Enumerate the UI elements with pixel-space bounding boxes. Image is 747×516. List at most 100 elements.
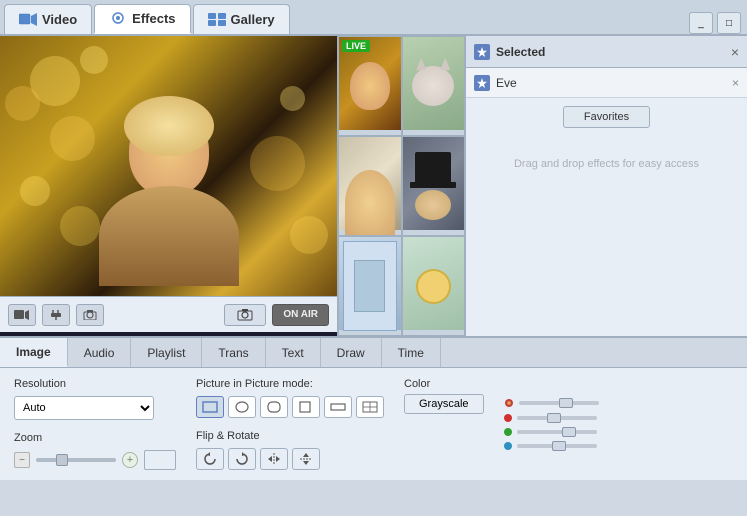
maximize-button[interactable]: □ — [717, 12, 741, 34]
flip-buttons — [196, 448, 384, 470]
color-thumb-4[interactable] — [552, 441, 566, 451]
selected-item-eve: Eve × — [466, 68, 747, 98]
thumb-blonde-bg — [339, 137, 401, 230]
tab-gallery[interactable]: Gallery — [193, 4, 290, 34]
color-slider-row-3 — [504, 428, 599, 436]
selected-close-button[interactable]: × — [731, 44, 739, 60]
thumb-hat-bg — [403, 137, 465, 230]
sub-tab-playlist-label: Playlist — [147, 346, 185, 360]
pip-round-button[interactable] — [260, 396, 288, 418]
thumb-cat-bg — [403, 37, 465, 130]
pip-wide-icon — [330, 401, 346, 413]
color-label: Color — [404, 378, 484, 390]
video-controls-bar: ON AIR — [0, 296, 337, 332]
sub-tab-trans[interactable]: Trans — [202, 338, 265, 367]
pip-full-icon — [202, 401, 218, 413]
star-icon — [477, 47, 487, 57]
rotate-cw-button[interactable] — [228, 448, 256, 470]
snapshot-button[interactable] — [224, 304, 266, 326]
sub-tab-image-label: Image — [16, 345, 51, 359]
color-track-3[interactable] — [517, 430, 597, 434]
thumbnail-grid: LIVE — [337, 36, 465, 336]
top-tab-bar: Video Effects Gallery _ □ — [0, 0, 747, 36]
pip-grid-button[interactable] — [356, 396, 384, 418]
grayscale-button[interactable]: Grayscale — [404, 394, 484, 414]
video-bg — [0, 36, 337, 296]
screen-inner — [354, 260, 385, 313]
zoom-slider-row: − + — [14, 450, 176, 470]
item-star-icon — [477, 78, 487, 88]
bokeh-3 — [80, 46, 108, 74]
on-air-button[interactable]: ON AIR — [272, 304, 329, 326]
bokeh-5 — [20, 176, 50, 206]
thumb-cartoon[interactable] — [402, 236, 466, 336]
sub-tab-text[interactable]: Text — [266, 338, 321, 367]
thumb-cartoon-bg — [403, 237, 465, 330]
zoom-label: Zoom — [14, 432, 176, 444]
window-actions: _ □ — [689, 12, 747, 34]
rotate-ccw-button[interactable] — [196, 448, 224, 470]
sub-tab-image[interactable]: Image — [0, 338, 68, 367]
zoom-plus-button[interactable]: + — [122, 452, 138, 468]
bokeh-2 — [5, 86, 40, 121]
source-button[interactable] — [42, 304, 70, 326]
sub-tab-bar: Image Audio Playlist Trans Text Draw Tim… — [0, 338, 747, 368]
hat-person — [403, 137, 465, 235]
zoom-minus-button[interactable]: − — [14, 452, 30, 468]
snapshot-source-button[interactable] — [76, 304, 104, 326]
selected-item-remove-button[interactable]: × — [732, 76, 739, 90]
color-section: Color Grayscale — [404, 378, 484, 470]
color-track-4[interactable] — [517, 444, 597, 448]
sub-tab-draw-label: Draw — [337, 346, 365, 360]
on-air-label: ON AIR — [283, 309, 318, 320]
body-shape — [99, 186, 239, 286]
camera-icon — [237, 308, 253, 321]
pip-label: Picture in Picture mode: — [196, 378, 384, 390]
zoom-slider-thumb[interactable] — [56, 454, 68, 466]
pip-oval-button[interactable] — [228, 396, 256, 418]
thumb-screen[interactable] — [338, 236, 402, 336]
color-thumb-3[interactable] — [562, 427, 576, 437]
webcam-button[interactable] — [8, 304, 36, 326]
thumb-live[interactable]: LIVE — [338, 36, 402, 136]
color-thumb-1[interactable] — [559, 398, 573, 408]
sub-tab-audio[interactable]: Audio — [68, 338, 132, 367]
pip-square-button[interactable] — [292, 396, 320, 418]
minimize-button[interactable]: _ — [689, 12, 713, 34]
sub-tab-playlist[interactable]: Playlist — [131, 338, 202, 367]
sub-tab-draw[interactable]: Draw — [321, 338, 382, 367]
main-content: ON AIR LIVE — [0, 36, 747, 336]
pip-wide-button[interactable] — [324, 396, 352, 418]
camera-small-icon — [83, 310, 97, 320]
color-dot-red — [504, 414, 512, 422]
pip-full-button[interactable] — [196, 396, 224, 418]
resolution-select[interactable]: Auto 640x480 1280x720 — [14, 396, 154, 420]
video-icon — [19, 13, 37, 26]
thumb-face-1 — [350, 62, 390, 110]
drag-hint: Drag and drop effects for easy access — [466, 136, 747, 193]
color-slider-row-4 — [504, 442, 599, 450]
tab-effects[interactable]: Effects — [94, 4, 190, 34]
selected-header: Selected × — [466, 36, 747, 68]
resolution-group: Resolution Auto 640x480 1280x720 Zoom − … — [14, 378, 176, 470]
flip-vertical-button[interactable] — [292, 448, 320, 470]
color-track-1[interactable] — [519, 401, 599, 405]
pip-square-icon — [298, 401, 314, 413]
thumb-cat[interactable] — [402, 36, 466, 136]
thumb-hat[interactable] — [402, 136, 466, 236]
sub-tab-time-label: Time — [398, 346, 424, 360]
sub-tab-time[interactable]: Time — [382, 338, 441, 367]
color-sliders-group — [504, 398, 599, 470]
zoom-slider[interactable] — [36, 458, 116, 462]
screen-content — [343, 241, 397, 331]
color-thumb-2[interactable] — [547, 413, 561, 423]
effects-icon — [109, 12, 127, 25]
flip-horizontal-button[interactable] — [260, 448, 288, 470]
color-track-2[interactable] — [517, 416, 597, 420]
favorites-button[interactable]: Favorites — [563, 106, 650, 128]
tab-effects-label: Effects — [132, 11, 175, 26]
hair-shape — [124, 96, 214, 156]
thumb-blonde[interactable] — [338, 136, 402, 236]
tab-video[interactable]: Video — [4, 4, 92, 34]
ear-right — [440, 58, 450, 70]
